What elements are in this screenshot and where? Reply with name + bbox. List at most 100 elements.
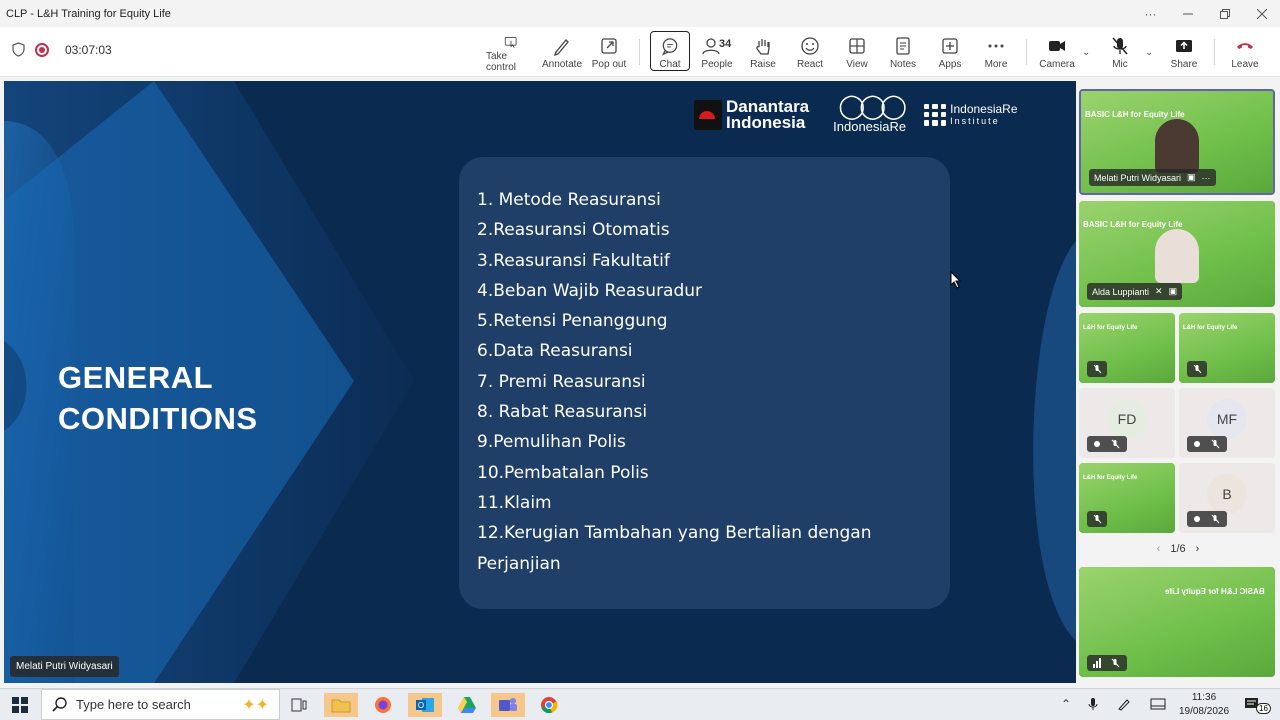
- indonesiare-logo: ◯◯◯ IndonesiaRe: [833, 93, 907, 135]
- share-button[interactable]: Share: [1168, 31, 1200, 73]
- mic-off-icon: [1112, 37, 1128, 55]
- condition-item: 11.Klaim: [477, 492, 552, 513]
- indonesiare-institute-logo: IndonesiaRe Institute: [924, 103, 1018, 127]
- condition-item: 3.Reasuransi Fakultatif: [477, 250, 670, 271]
- more-button[interactable]: More: [981, 31, 1011, 73]
- toolbar-divider: [1026, 39, 1027, 65]
- slide-logos: Danantara Indonesia ◯◯◯ IndonesiaRe Indon…: [694, 95, 1018, 134]
- shared-screen: Danantara Indonesia ◯◯◯ IndonesiaRe Indon…: [4, 81, 1076, 683]
- participant-tile[interactable]: L&H for Equity Life: [1079, 313, 1175, 383]
- participant-video: [1155, 229, 1199, 283]
- mic-off-icon: [1087, 511, 1107, 527]
- teams-icon[interactable]: [491, 693, 525, 717]
- grid-icon: [849, 38, 865, 54]
- conditions-card: 1. Metode Reasuransi 2.Reasuransi Otomati…: [459, 157, 950, 609]
- toolbar-divider: [1214, 39, 1215, 65]
- mic-off-icon: [1087, 361, 1107, 377]
- shield-icon: [12, 42, 25, 57]
- participant-tile-mf[interactable]: MF: [1179, 388, 1275, 458]
- camera-options-chevron-icon[interactable]: ⌄: [1082, 47, 1090, 58]
- mic-off-icon: [1187, 436, 1227, 452]
- mouse-cursor-icon: [950, 271, 962, 289]
- close-button[interactable]: [1243, 0, 1280, 27]
- share-icon: [1176, 40, 1192, 52]
- meeting-toolbar: 03:07:03 Take control Annotate Pop out C…: [0, 27, 1280, 77]
- mic-off-icon: [1087, 436, 1127, 452]
- take-control-icon: [504, 37, 517, 48]
- participant-pager: ‹ 1/6 ›: [1076, 543, 1280, 555]
- outlook-icon[interactable]: O: [408, 693, 442, 717]
- tray-mic-icon[interactable]: [1088, 697, 1098, 714]
- notification-count-badge: 16: [1256, 703, 1271, 714]
- condition-item: 10.Pembatalan Polis: [477, 462, 649, 483]
- danantara-logo: Danantara Indonesia: [694, 98, 809, 131]
- mic-off-icon: ✕: [1155, 286, 1163, 296]
- chevron-left-icon[interactable]: ‹: [1157, 543, 1161, 555]
- more-options-icon[interactable]: ···: [1202, 173, 1211, 183]
- view-button[interactable]: View: [842, 31, 872, 73]
- window-title: CLP - L&H Training for Equity Life: [6, 7, 171, 20]
- minimize-button[interactable]: [1169, 0, 1206, 27]
- participant-tile-alda[interactable]: BASIC L&H for Equity Life Alda Luppianti…: [1079, 201, 1275, 307]
- notes-button[interactable]: Notes: [888, 31, 918, 73]
- mic-off-icon: [1187, 361, 1207, 377]
- tray-keyboard-icon[interactable]: [1150, 697, 1166, 714]
- camera-icon: [1049, 41, 1065, 51]
- mic-button[interactable]: Mic: [1108, 31, 1132, 73]
- chevron-right-icon[interactable]: ›: [1196, 543, 1200, 555]
- meeting-timer: 03:07:03: [65, 42, 112, 57]
- avatar: MF: [1207, 399, 1247, 439]
- condition-item: 6.Data Reasuransi: [477, 341, 633, 362]
- taskbar-clock[interactable]: 11:36 19/08/2026: [1178, 691, 1230, 719]
- smiley-icon: [801, 37, 819, 55]
- mic-options-chevron-icon[interactable]: ⌄: [1145, 47, 1153, 58]
- window-titlebar: CLP - L&H Training for Equity Life ···: [0, 0, 1280, 27]
- avatar: FD: [1107, 399, 1147, 439]
- annotate-button[interactable]: Annotate: [542, 31, 582, 73]
- notes-icon: [896, 37, 910, 55]
- participant-tile-melati[interactable]: BASIC L&H for Equity Life Melati Putri W…: [1079, 89, 1275, 195]
- chrome-icon[interactable]: [532, 693, 566, 717]
- toolbar-divider: [639, 39, 640, 65]
- tray-chevron-up-icon[interactable]: ⌃: [1061, 697, 1071, 711]
- leave-button[interactable]: Leave: [1228, 31, 1262, 73]
- camera-button[interactable]: Camera: [1039, 31, 1075, 73]
- participant-tile[interactable]: L&H for Equity Life: [1179, 313, 1275, 383]
- chat-button[interactable]: Chat: [650, 31, 690, 71]
- search-icon: [52, 696, 67, 712]
- file-explorer-icon[interactable]: [324, 693, 358, 717]
- task-view-icon[interactable]: [282, 693, 316, 717]
- react-button[interactable]: React: [795, 31, 825, 73]
- add-icon: [942, 38, 958, 54]
- participant-tile-fd[interactable]: FD: [1079, 388, 1175, 458]
- windows-start-icon[interactable]: [12, 697, 28, 713]
- google-drive-icon[interactable]: [450, 693, 484, 717]
- self-preview-tile[interactable]: BASIC L&H for Equity Life: [1079, 567, 1275, 677]
- apps-button[interactable]: Apps: [935, 31, 965, 73]
- page-indicator: 1/6: [1170, 543, 1186, 555]
- windows-taskbar: Type here to search ✦✦ O ⌃ 11:36 19/08/2…: [0, 688, 1280, 720]
- pop-out-icon: [601, 38, 617, 54]
- chat-icon: [662, 38, 678, 56]
- participants-panel: BASIC L&H for Equity Life Melati Putri W…: [1076, 81, 1280, 683]
- condition-item: 1. Metode Reasuransi: [477, 190, 661, 210]
- raise-hand-button[interactable]: Raise: [748, 31, 778, 73]
- tray-pen-icon[interactable]: [1117, 697, 1131, 714]
- hang-up-icon: [1237, 43, 1253, 49]
- condition-item: 4.Beban Wajib Reasuradur: [477, 280, 703, 301]
- mic-off-icon: [1187, 511, 1227, 527]
- condition-item: 9.Pemulihan Polis: [477, 432, 626, 453]
- people-count: 34: [719, 38, 732, 50]
- participant-tile-b[interactable]: B: [1179, 463, 1275, 533]
- participant-tile[interactable]: L&H for Equity Life: [1079, 463, 1175, 533]
- more-options-icon[interactable]: ···: [1132, 0, 1169, 27]
- pop-out-button[interactable]: Pop out: [591, 31, 627, 73]
- condition-item: 5.Retensi Penanggung: [477, 311, 668, 332]
- taskbar-search[interactable]: Type here to search ✦✦: [41, 689, 280, 720]
- maximize-button[interactable]: [1206, 0, 1243, 27]
- firefox-icon[interactable]: [366, 693, 400, 717]
- take-control-button[interactable]: Take control: [486, 31, 536, 73]
- condition-item: 7. Premi Reasuransi: [477, 371, 646, 392]
- search-placeholder: Type here to search: [76, 697, 191, 712]
- mic-off-icon: [1087, 655, 1127, 671]
